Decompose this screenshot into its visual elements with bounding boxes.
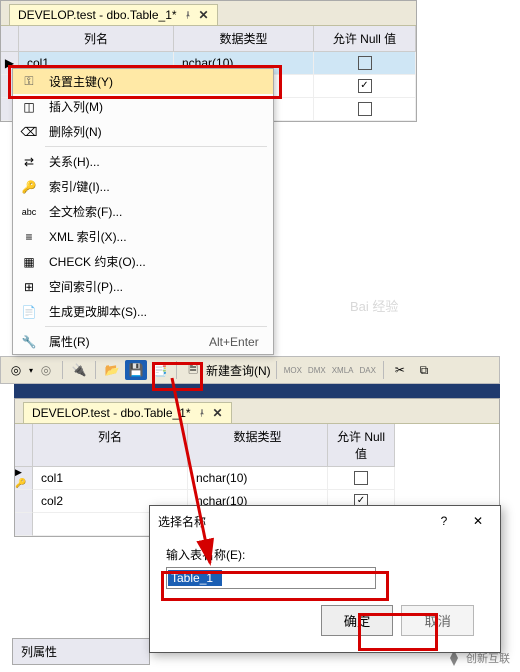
close-icon[interactable]: ✕: [213, 406, 223, 420]
new-query-label[interactable]: 新建查询(N): [206, 362, 271, 379]
header-indicator: [1, 26, 19, 52]
checkbox-icon[interactable]: [358, 56, 372, 70]
index-icon: 🔑: [21, 179, 37, 195]
cell-allownull[interactable]: [314, 52, 416, 75]
mox-button[interactable]: MOX: [282, 360, 304, 380]
menu-separator: [45, 146, 267, 147]
gen-script-icon: 📄: [21, 304, 37, 320]
relationship-icon: ⇄: [21, 154, 37, 170]
cut-button[interactable]: ✂: [389, 360, 411, 380]
wrench-icon: 🔧: [21, 334, 37, 350]
key-icon: ⚿: [21, 74, 37, 90]
dialog-label: 输入表名称(E):: [166, 546, 484, 563]
menu-fulltext[interactable]: abc 全文检索(F)...: [13, 199, 273, 224]
baidu-watermark: Bai 经验: [350, 296, 398, 315]
dmx-button[interactable]: DMX: [306, 360, 328, 380]
cell-empty[interactable]: [314, 98, 416, 121]
dialog-title: 选择名称: [158, 513, 206, 530]
menu-delete-column[interactable]: ⌫ 删除列(N): [13, 119, 273, 144]
insert-col-icon: ◫: [21, 99, 37, 115]
column-properties-panel[interactable]: 列属性: [12, 638, 150, 665]
checkbox-icon[interactable]: ✓: [358, 79, 372, 93]
open-button[interactable]: 📂: [101, 360, 123, 380]
choose-name-dialog: 选择名称 ? ✕ 输入表名称(E): Table_1 确定 取消: [149, 505, 501, 653]
menu-generate-script[interactable]: 📄 生成更改脚本(S)...: [13, 299, 273, 324]
menu-indexes-keys[interactable]: 🔑 索引/键(I)...: [13, 174, 273, 199]
menu-separator: [45, 326, 267, 327]
menu-relationships[interactable]: ⇄ 关系(H)...: [13, 149, 273, 174]
tab-develop-table-bottom[interactable]: DEVELOP.test - dbo.Table_1* ✕: [23, 402, 232, 423]
save-button[interactable]: 💾: [125, 360, 147, 380]
header-datatype: 数据类型: [188, 424, 328, 467]
ok-button[interactable]: 确定: [321, 605, 394, 636]
menu-set-primary-key[interactable]: ⚿ 设置主键(Y): [13, 69, 273, 94]
menu-insert-column[interactable]: ◫ 插入列(M): [13, 94, 273, 119]
cancel-button[interactable]: 取消: [401, 605, 474, 636]
header-indicator: [15, 424, 33, 467]
xmla-button[interactable]: XMLA: [330, 360, 356, 380]
tab-label: DEVELOP.test - dbo.Table_1*: [32, 406, 191, 420]
bottom-tab-strip: DEVELOP.test - dbo.Table_1* ✕: [15, 399, 499, 424]
menu-spatial-index[interactable]: ⊞ 空间索引(P)...: [13, 274, 273, 299]
cell-empty[interactable]: ✓: [314, 75, 416, 98]
help-icon[interactable]: ?: [430, 512, 458, 530]
close-icon[interactable]: ✕: [199, 8, 209, 22]
new-query-button[interactable]: 🗎: [182, 360, 204, 380]
blue-bar: [14, 384, 500, 398]
header-allownull: 允许 Null 值: [314, 26, 416, 52]
row-indicator-empty[interactable]: [15, 513, 33, 536]
checkbox-icon[interactable]: [358, 102, 372, 116]
delete-col-icon: ⌫: [21, 124, 37, 140]
menu-xml-index[interactable]: ≡ XML 索引(X)...: [13, 224, 273, 249]
checkbox-icon[interactable]: [354, 471, 368, 485]
spatial-index-icon: ⊞: [21, 279, 37, 295]
context-menu: ⚿ 设置主键(Y) ◫ 插入列(M) ⌫ 删除列(N) ⇄ 关系(H)... 🔑…: [12, 68, 274, 355]
row-indicator-empty[interactable]: [15, 490, 33, 513]
nav-back-button[interactable]: ◎: [5, 360, 27, 380]
menu-properties[interactable]: 🔧 属性(R) Alt+Enter: [13, 329, 273, 354]
header-datatype: 数据类型: [174, 26, 314, 52]
cell-datatype[interactable]: nchar(10): [188, 467, 328, 490]
main-toolbar: ◎ ▾ ◎ 🔌 📂 💾 📑 🗎 新建查询(N) MOX DMX XMLA DAX…: [0, 356, 500, 384]
xml-index-icon: ≡: [21, 229, 37, 245]
header-allownull: 允许 Null 值: [328, 424, 395, 467]
fulltext-icon: abc: [21, 204, 37, 220]
save-all-button[interactable]: 📑: [149, 360, 171, 380]
check-constraint-icon: ▦: [21, 254, 37, 270]
connect-button[interactable]: 🔌: [68, 360, 90, 380]
copy-button[interactable]: ⧉: [413, 360, 435, 380]
pin-icon[interactable]: [197, 408, 207, 418]
header-colname: 列名: [33, 424, 188, 467]
menu-check-constraint[interactable]: ▦ CHECK 约束(O)...: [13, 249, 273, 274]
input-selection: Table_1: [168, 570, 222, 586]
cell-allownull[interactable]: [328, 467, 395, 490]
header-colname: 列名: [19, 26, 174, 52]
pin-icon[interactable]: [183, 10, 193, 20]
top-tab-strip: DEVELOP.test - dbo.Table_1* ✕: [1, 1, 416, 26]
tab-develop-table[interactable]: DEVELOP.test - dbo.Table_1* ✕: [9, 4, 218, 25]
close-icon[interactable]: ✕: [464, 512, 492, 530]
cell-colname[interactable]: col1: [33, 467, 188, 490]
dax-button[interactable]: DAX: [358, 360, 378, 380]
row-indicator-icon[interactable]: ▶🔑: [15, 467, 33, 490]
tab-label: DEVELOP.test - dbo.Table_1*: [18, 8, 177, 22]
nav-fwd-button[interactable]: ◎: [35, 360, 57, 380]
